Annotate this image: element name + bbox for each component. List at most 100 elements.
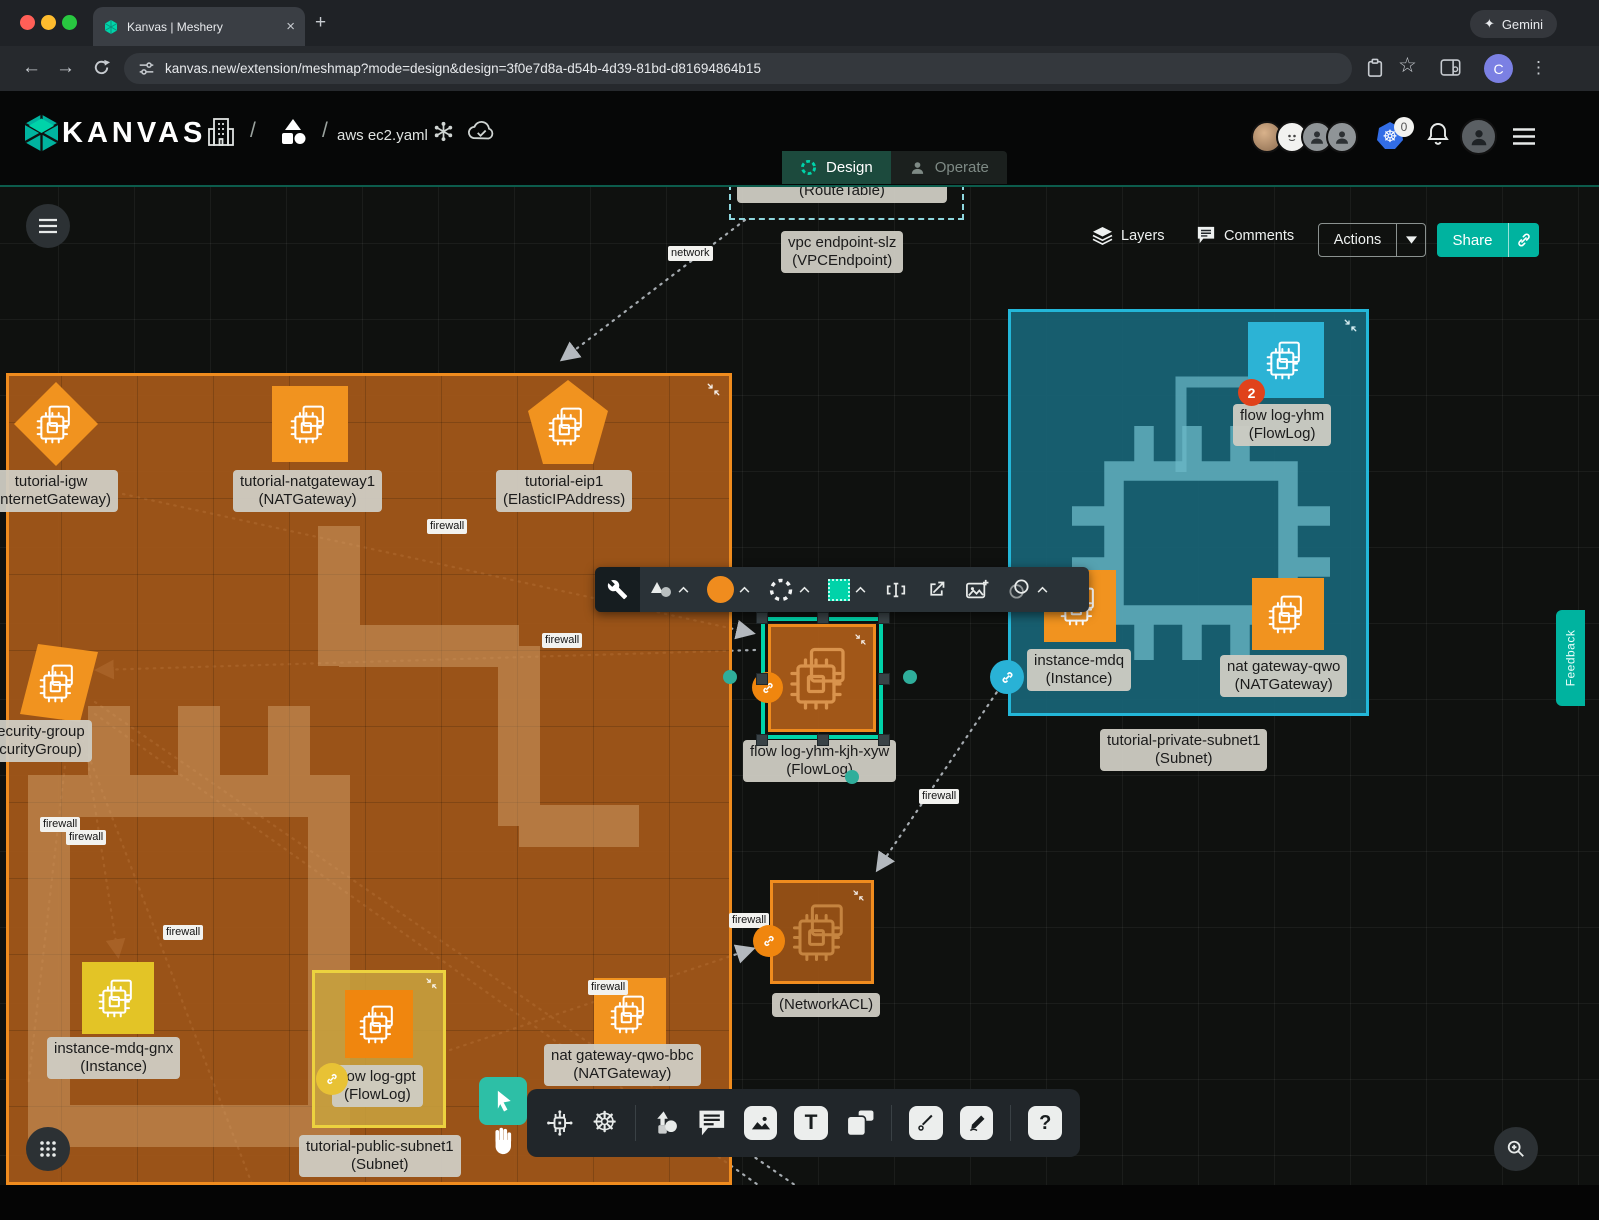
kanvas-logo[interactable] [25, 114, 58, 152]
k8s-count-badge: 0 [1394, 117, 1414, 137]
back-button[interactable]: ← [22, 54, 41, 82]
fill-color-button[interactable] [698, 567, 759, 612]
operate-mode-tab[interactable]: Operate [891, 151, 1007, 184]
comment-tool-button[interactable] [697, 1109, 727, 1137]
components-tool-button[interactable] [545, 1108, 575, 1138]
resize-handle[interactable] [878, 734, 890, 746]
save-icon[interactable] [1366, 58, 1384, 78]
feedback-tab[interactable]: Feedback [1556, 610, 1585, 706]
edge-line [878, 680, 1005, 869]
edge-label: firewall [66, 830, 106, 845]
window-close-button[interactable] [20, 15, 35, 30]
select-tool-button[interactable] [479, 1077, 527, 1125]
organization-icon[interactable] [208, 117, 234, 147]
group-options-button[interactable] [998, 567, 1057, 612]
resize-handle[interactable] [878, 673, 890, 685]
node-instance-gnx[interactable] [82, 962, 154, 1034]
resize-handle[interactable] [756, 734, 768, 746]
open-in-new-button[interactable] [917, 567, 956, 612]
comments-button[interactable]: Comments [1196, 226, 1294, 245]
frame-tool-button[interactable] [845, 1109, 875, 1137]
site-settings-icon[interactable] [138, 60, 155, 77]
app-menu-icon[interactable] [1512, 127, 1536, 146]
apps-grid-button[interactable] [26, 1127, 70, 1171]
collapse-icon[interactable] [852, 889, 865, 902]
address-bar[interactable]: kanvas.new/extension/meshmap?mode=design… [124, 53, 1352, 84]
forward-button[interactable]: → [56, 54, 75, 82]
network-acl-badge[interactable] [753, 925, 785, 957]
edge-label: firewall [588, 980, 628, 995]
configure-tool-button[interactable] [595, 567, 640, 612]
window-zoom-button[interactable] [62, 15, 77, 30]
kubernetes-tool-button[interactable]: ☸ [592, 1108, 618, 1138]
rename-button[interactable] [875, 567, 917, 612]
rename-icon [884, 579, 908, 601]
canvas-menu-button[interactable] [26, 204, 70, 248]
border-style-button[interactable] [759, 567, 819, 612]
collapse-icon[interactable] [1343, 318, 1358, 333]
node-elastic-ip[interactable] [528, 380, 608, 464]
resize-handle[interactable] [878, 612, 890, 624]
text-tool-button[interactable]: T [794, 1106, 828, 1140]
shapes-tool-button[interactable] [653, 1110, 681, 1136]
person-icon [1308, 128, 1326, 146]
node-security-group[interactable] [18, 642, 100, 724]
design-mode-tab[interactable]: Design [782, 151, 891, 184]
shapes-icon [649, 580, 673, 600]
line-tool-button[interactable] [909, 1106, 943, 1140]
add-image-button[interactable] [956, 567, 998, 612]
zoom-button[interactable] [1494, 1127, 1538, 1171]
browser-tab[interactable]: Kanvas | Meshery × [93, 7, 305, 46]
user-avatar[interactable] [1460, 118, 1497, 155]
cloud-sync-icon[interactable] [466, 120, 496, 143]
actions-dropdown-icon[interactable] [1397, 236, 1425, 244]
tab-close-icon[interactable]: × [286, 18, 295, 35]
help-tool-button[interactable]: ? [1028, 1106, 1062, 1140]
share-button[interactable]: Share [1437, 223, 1539, 257]
node-internet-gateway[interactable] [14, 382, 98, 466]
reload-button[interactable] [92, 58, 111, 77]
edge-line [563, 220, 745, 359]
pencil-tool-button[interactable] [960, 1106, 994, 1140]
window-minimize-button[interactable] [41, 15, 56, 30]
notifications-bell-icon[interactable] [1426, 121, 1450, 147]
node-flowlog-selected[interactable] [768, 624, 876, 732]
node-network-acl[interactable] [770, 880, 874, 984]
resize-handle[interactable] [817, 612, 829, 624]
collaborator-avatar[interactable] [1326, 121, 1358, 153]
flowlog-gpt-badge[interactable] [316, 1063, 348, 1095]
node-label: tutorial-natgateway1(NATGateway) [233, 470, 382, 512]
resize-handle[interactable] [756, 612, 768, 624]
node-nat-gateway-1[interactable] [272, 386, 348, 462]
brand-name: KANVAS [62, 117, 206, 150]
share-link-icon[interactable] [1509, 232, 1539, 248]
k8s-context-chip[interactable]: ☸ 0 [1376, 121, 1404, 156]
subnet-edge-badge[interactable] [990, 660, 1024, 694]
design-file-name[interactable]: aws ec2.yaml [337, 127, 428, 144]
bookmark-star-icon[interactable]: ☆ [1398, 52, 1417, 80]
share-label: Share [1437, 232, 1508, 249]
gemini-button[interactable]: ✦ Gemini [1470, 10, 1557, 38]
node-flowlog-gpt[interactable] [345, 990, 413, 1058]
collapse-icon[interactable] [706, 382, 721, 397]
browser-profile-avatar[interactable]: C [1484, 54, 1513, 83]
browser-menu-icon[interactable]: ⋮ [1530, 54, 1547, 82]
design-canvas[interactable]: Layers Comments Actions Share [0, 185, 1599, 1220]
shortcuts-icon[interactable] [432, 120, 455, 143]
workspace-icon[interactable] [278, 117, 308, 147]
pan-tool-button[interactable] [489, 1125, 517, 1157]
side-panel-icon[interactable] [1440, 58, 1461, 77]
shape-swatch-button[interactable] [819, 567, 875, 612]
image-tool-button[interactable] [744, 1106, 778, 1140]
new-tab-button[interactable]: + [315, 12, 326, 34]
layers-button[interactable]: Layers [1092, 226, 1165, 245]
node-nat-gateway-qwo[interactable] [1252, 578, 1324, 650]
shapes-menu-button[interactable] [640, 567, 698, 612]
collapse-icon[interactable] [854, 633, 867, 646]
resize-handle[interactable] [756, 673, 768, 685]
node-label: (NetworkACL) [772, 993, 880, 1017]
resize-handle[interactable] [817, 734, 829, 746]
collapse-icon[interactable] [425, 977, 438, 990]
open-in-new-icon [926, 579, 947, 600]
actions-button[interactable]: Actions [1318, 223, 1426, 257]
